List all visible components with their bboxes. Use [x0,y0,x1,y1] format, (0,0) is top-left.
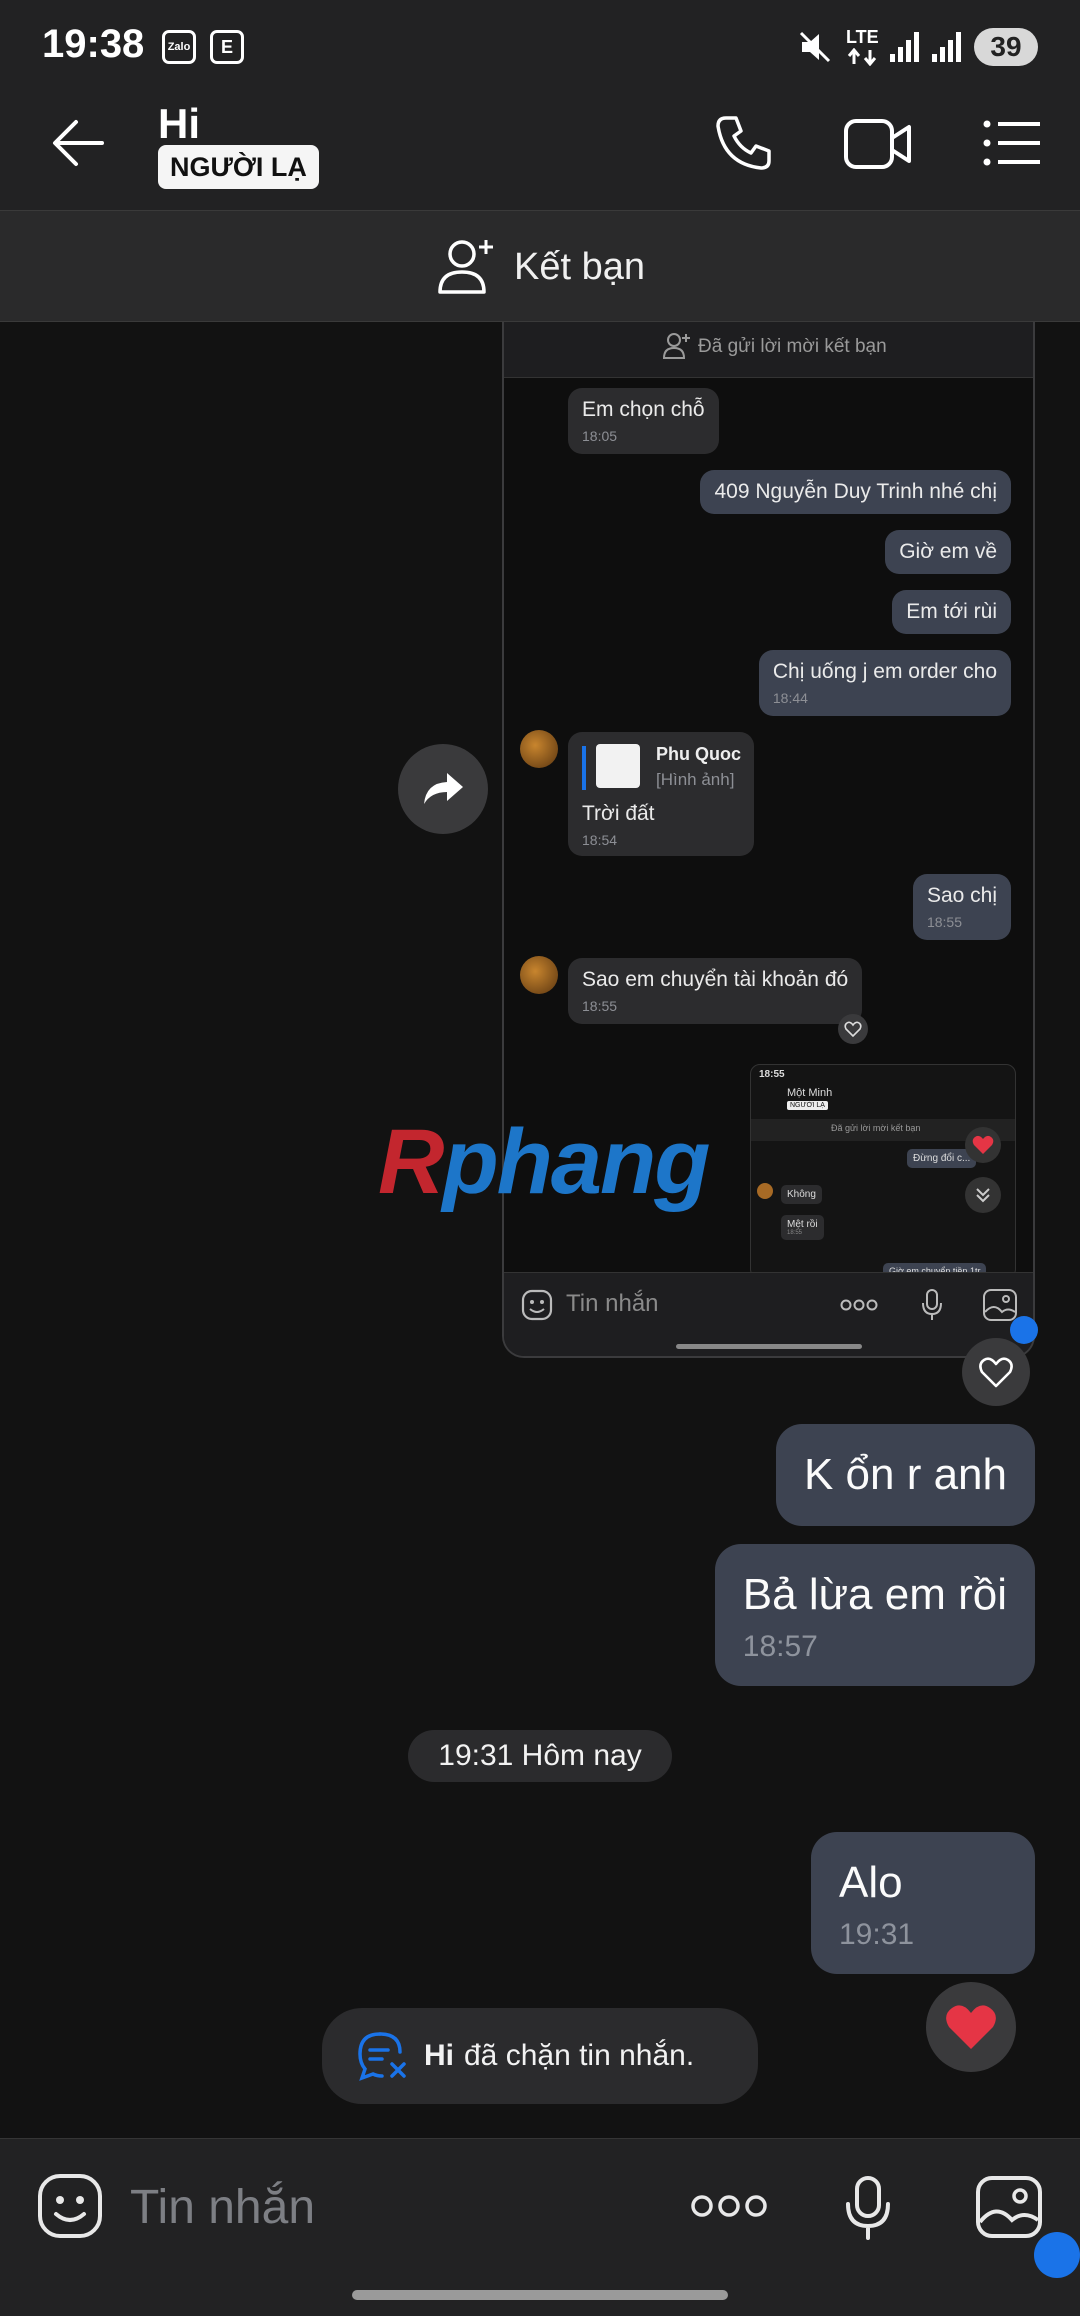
back-arrow-icon[interactable] [50,118,106,168]
watermark-rest: phang [442,1111,710,1213]
message-text: Mệt rồi [787,1219,818,1230]
message-time: 18:55 [582,998,618,1014]
nested-contact-name: Một Minh [787,1087,833,1099]
contact-name[interactable]: Hi [158,100,200,148]
avatar [520,956,558,994]
blocked-contact-name: Hi [424,2039,454,2072]
quote-bar [582,746,586,790]
sticker-icon [521,1289,553,1321]
add-friend-label[interactable]: Kết bạn [514,246,645,289]
reaction-button[interactable] [926,1982,1016,2072]
message-text: K ổn r anh [803,1450,1007,1499]
message-time: 18:57 [742,1630,818,1663]
message-bubble: Sao chị 18:55 [912,874,1011,940]
more-icon[interactable] [690,2190,768,2222]
message-text: Alo [839,1858,903,1907]
sticker-icon[interactable] [36,2172,104,2240]
message-bubble: 409 Nguyễn Duy Trinh nhé chị [700,470,1011,514]
menu-list-icon[interactable] [982,118,1042,168]
heart-outline-icon [979,1357,1013,1388]
nested-message: Mệt rồi 18:55 [781,1215,824,1240]
video-call-icon[interactable] [843,118,913,170]
add-friend-icon [662,333,690,359]
message-input[interactable]: Tin nhắn [130,2180,315,2235]
message-text: Sao chị [926,884,997,907]
zalo-app-icon: Zalo [162,30,196,64]
nested-reaction [965,1127,1001,1163]
scroll-down-icon [965,1177,1001,1213]
quoted-image-thumbnail [596,744,640,788]
react-button[interactable] [962,1338,1030,1406]
blocked-message-icon [358,2032,406,2081]
blocked-text: đã chặn tin nhắn. [464,2039,695,2072]
message-time: 19:31 [839,1918,915,1951]
signal-icon [932,32,961,62]
message-text: Giờ em về [899,540,997,563]
message-bubble[interactable]: Alo 19:31 [811,1832,1035,1974]
message-text: Chị uống j em order cho [772,660,997,683]
nested-status-time: 18:55 [759,1069,785,1080]
embedded-home-indicator [676,1344,862,1349]
avatar [520,730,558,768]
message-bubble[interactable]: K ổn r anh [775,1424,1035,1526]
message-bubble: Em tới rùi [892,590,1011,634]
message-time: 18:44 [772,690,808,706]
nested-screenshot: 18:55 Một Minh NGƯỜI LẠ Đã gửi lời mời k… [750,1064,1016,1279]
embedded-composer-placeholder: Tin nhắn [566,1290,659,1317]
embedded-notice: Đã gửi lời mời kết bạn [698,336,887,357]
quote-type: [Hình ảnh] [656,770,735,789]
image-icon[interactable] [974,2174,1044,2240]
message-text: Em chọn chỗ [582,398,705,421]
message-text: Bả lừa em rồi [742,1570,1007,1619]
message-bubble: Chị uống j em order cho 18:44 [758,650,1011,716]
nested-notice: Đã gửi lời mời kết bạn [831,1123,921,1133]
heart-icon [972,1135,994,1154]
more-icon [840,1299,878,1311]
share-button[interactable] [398,744,488,834]
battery-icon: 39 [974,28,1038,66]
heart-outline-icon [844,1021,862,1037]
message-bubble[interactable]: Bả lừa em rồi 18:57 [714,1544,1035,1686]
nested-message: Không [781,1185,822,1204]
phone-icon[interactable] [714,114,772,172]
lte-icon: LTE [846,27,879,47]
message-bubble: Giờ em về [885,530,1011,574]
message-text: Sao em chuyển tài khoản đó [582,968,849,991]
message-bubble: Em chọn chỗ 18:05 [568,388,719,454]
message-text: 409 Nguyễn Duy Trinh nhé chị [714,480,997,503]
data-arrows-icon [847,48,877,66]
blocked-notice: Hi đã chặn tin nhắn. [322,2008,758,2104]
quote-name: Phu Quoc [656,744,741,764]
message-text: Trời đất [582,802,655,825]
react-button [838,1014,868,1044]
signal-icon [890,32,919,62]
avatar [757,1183,773,1199]
message-time: 18:55 [926,914,962,930]
home-indicator[interactable] [352,2290,728,2300]
share-arrow-icon [424,773,463,804]
image-icon [983,1289,1017,1321]
add-friend-icon[interactable] [436,236,500,296]
watermark-r: R [378,1111,444,1213]
chat-bubble-badge-icon [1010,1316,1038,1344]
e-app-icon: E [210,30,244,64]
message-time: 18:54 [582,832,618,848]
heart-icon [946,2005,996,2049]
date-separator: 19:31 Hôm nay [408,1730,672,1782]
message-text: Em tới rùi [906,600,997,623]
status-time: 19:38 [42,22,145,66]
chat-bubble-badge-icon [1034,2232,1080,2278]
message-bubble: Phu Quoc [Hình ảnh] Trời đất 18:54 [568,732,754,856]
nested-stranger-badge: NGƯỜI LẠ [787,1101,828,1110]
message-time: 18:55 [787,1230,803,1236]
message-bubble: Sao em chuyển tài khoản đó 18:55 [568,958,863,1024]
microphone-icon [922,1289,942,1320]
watermark-logo: Rphang [378,1110,710,1215]
mute-icon [799,31,831,63]
microphone-icon[interactable] [842,2174,894,2242]
stranger-badge: NGƯỜI LẠ [158,145,319,189]
message-time: 18:05 [582,428,618,444]
